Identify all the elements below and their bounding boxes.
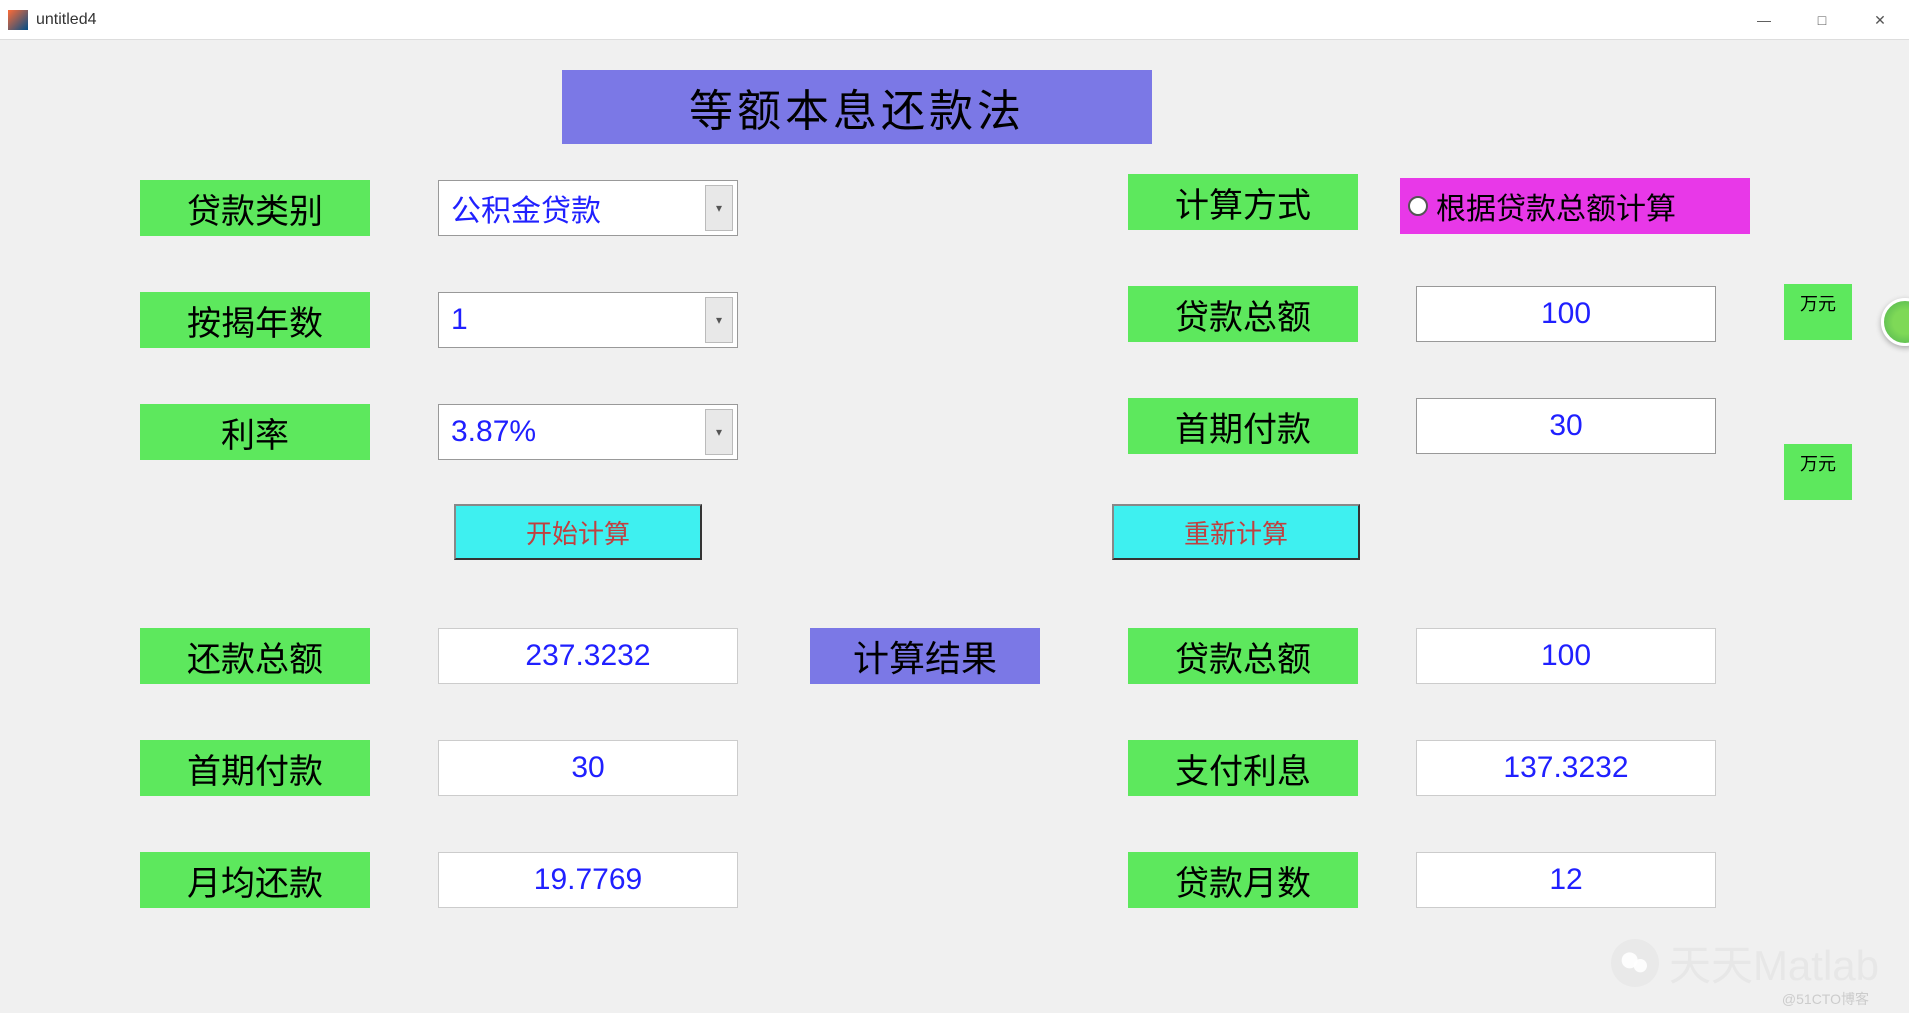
label-first-payment-result: 首期付款	[140, 740, 370, 796]
close-button[interactable]: ✕	[1851, 0, 1909, 40]
value-first-payment-result: 30	[438, 740, 738, 796]
maximize-button[interactable]: □	[1793, 0, 1851, 40]
start-button[interactable]: 开始计算	[454, 504, 702, 560]
matlab-icon	[8, 10, 28, 30]
window-title: untitled4	[36, 11, 97, 29]
value-loan-total-result: 100	[1416, 628, 1716, 684]
watermark: 天天Matlab	[1611, 932, 1879, 993]
chevron-down-icon: ▾	[705, 185, 733, 231]
figure-canvas: 等额本息还款法 贷款类别 公积金贷款 ▾ 计算方式 根据贷款总额计算 按揭年数 …	[0, 40, 1909, 1013]
select-loan-type[interactable]: 公积金贷款 ▾	[438, 180, 738, 236]
label-loan-total-result: 贷款总额	[1128, 628, 1358, 684]
label-interest: 支付利息	[1128, 740, 1358, 796]
label-monthly-avg: 月均还款	[140, 852, 370, 908]
page-title: 等额本息还款法	[562, 70, 1152, 144]
value-monthly-avg: 19.7769	[438, 852, 738, 908]
select-mortgage-years-value: 1	[451, 303, 468, 337]
input-first-payment[interactable]: 30	[1416, 398, 1716, 454]
value-repay-total: 237.3232	[438, 628, 738, 684]
select-rate[interactable]: 3.87% ▾	[438, 404, 738, 460]
small-watermark: @51CTO博客	[1782, 989, 1869, 1009]
chevron-down-icon: ▾	[705, 409, 733, 455]
label-calc-method: 计算方式	[1128, 174, 1358, 230]
radio-icon	[1408, 196, 1428, 216]
reset-button[interactable]: 重新计算	[1112, 504, 1360, 560]
value-months: 12	[1416, 852, 1716, 908]
select-loan-type-value: 公积金贷款	[451, 186, 601, 230]
wechat-icon	[1611, 939, 1659, 987]
select-rate-value: 3.87%	[451, 415, 536, 449]
select-mortgage-years[interactable]: 1 ▾	[438, 292, 738, 348]
radio-calc-method[interactable]: 根据贷款总额计算	[1400, 178, 1750, 234]
label-first-payment: 首期付款	[1128, 398, 1358, 454]
results-header: 计算结果	[810, 628, 1040, 684]
minimize-button[interactable]: —	[1735, 0, 1793, 40]
label-months: 贷款月数	[1128, 852, 1358, 908]
label-loan-total: 贷款总额	[1128, 286, 1358, 342]
titlebar: untitled4 — □ ✕	[0, 0, 1909, 40]
input-first-payment-value: 30	[1549, 409, 1582, 443]
watermark-text: 天天Matlab	[1669, 932, 1879, 993]
window-controls: — □ ✕	[1735, 0, 1909, 40]
input-loan-total-value: 100	[1541, 297, 1591, 331]
input-loan-total[interactable]: 100	[1416, 286, 1716, 342]
label-mortgage-years: 按揭年数	[140, 292, 370, 348]
unit-wan-1: 万元	[1784, 284, 1852, 340]
label-loan-type: 贷款类别	[140, 180, 370, 236]
chevron-down-icon: ▾	[705, 297, 733, 343]
value-interest: 137.3232	[1416, 740, 1716, 796]
label-repay-total: 还款总额	[140, 628, 370, 684]
radio-calc-method-label: 根据贷款总额计算	[1436, 184, 1676, 228]
label-rate: 利率	[140, 404, 370, 460]
unit-wan-2: 万元	[1784, 444, 1852, 500]
side-badge-icon	[1881, 298, 1909, 346]
